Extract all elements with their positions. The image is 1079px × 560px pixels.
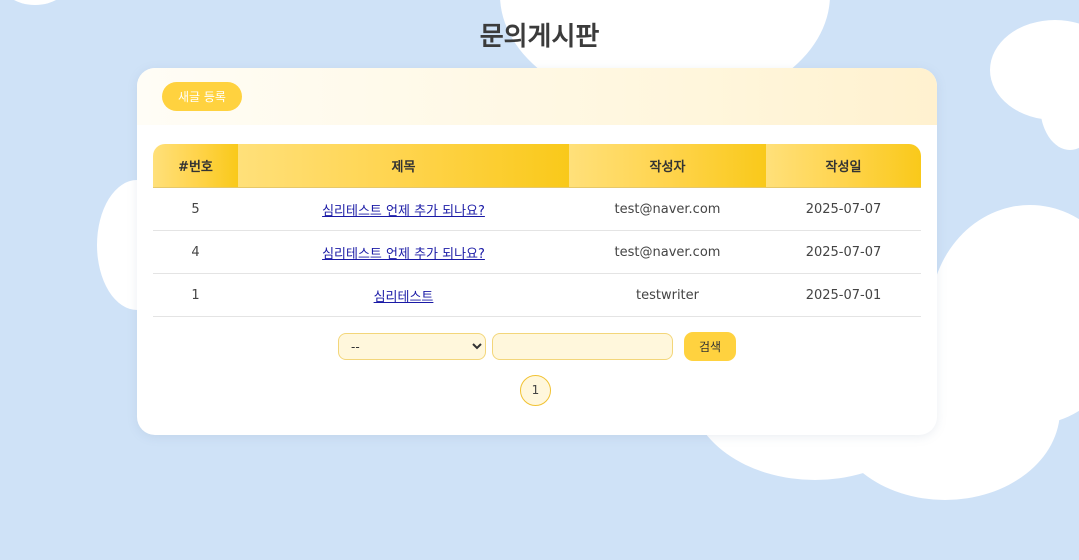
- column-header-title[interactable]: 제목: [238, 144, 569, 188]
- row-author: test@naver.com: [569, 230, 766, 274]
- search-type-select[interactable]: --: [338, 333, 486, 360]
- post-title-link[interactable]: 심리테스트 언제 추가 되나요?: [322, 247, 485, 262]
- post-title-link[interactable]: 심리테스트 언제 추가 되나요?: [322, 204, 485, 219]
- row-title-cell: 심리테스트: [238, 273, 569, 317]
- column-header-number[interactable]: #번호: [153, 144, 238, 188]
- row-date: 2025-07-07: [766, 187, 921, 231]
- board-table: #번호 제목 작성자 작성일 5 심리테스트 언제 추가 되나요? test@n…: [153, 144, 921, 317]
- table-header-row: #번호 제목 작성자 작성일: [153, 144, 921, 188]
- search-button[interactable]: 검색: [684, 332, 736, 361]
- search-input[interactable]: [492, 333, 673, 360]
- row-title-cell: 심리테스트 언제 추가 되나요?: [238, 187, 569, 231]
- column-header-author[interactable]: 작성자: [569, 144, 766, 188]
- column-header-date[interactable]: 작성일: [766, 144, 921, 188]
- row-number: 4: [153, 230, 238, 274]
- table-row: 1 심리테스트 testwriter 2025-07-01: [153, 273, 921, 317]
- cloud-shape: [0, 0, 70, 5]
- row-number: 1: [153, 273, 238, 317]
- table-row: 4 심리테스트 언제 추가 되나요? test@naver.com 2025-0…: [153, 230, 921, 274]
- page-title: 문의게시판: [479, 22, 600, 52]
- pagination-page-button[interactable]: 1: [520, 375, 551, 406]
- row-title-cell: 심리테스트 언제 추가 되나요?: [238, 230, 569, 274]
- post-title-link[interactable]: 심리테스트: [374, 290, 434, 305]
- row-author: testwriter: [569, 273, 766, 317]
- board-table-wrapper: #번호 제목 작성자 작성일 5 심리테스트 언제 추가 되나요? test@n…: [153, 144, 921, 317]
- board-panel: 새글 등록 #번호 제목 작성자 작성일 5 심리테스트 언제 추가 되나요? …: [137, 68, 937, 435]
- new-post-button[interactable]: 새글 등록: [162, 82, 242, 111]
- row-number: 5: [153, 187, 238, 231]
- table-row: 5 심리테스트 언제 추가 되나요? test@naver.com 2025-0…: [153, 187, 921, 231]
- row-date: 2025-07-07: [766, 230, 921, 274]
- row-author: test@naver.com: [569, 187, 766, 231]
- board-toolbar: 새글 등록: [137, 68, 937, 125]
- row-date: 2025-07-01: [766, 273, 921, 317]
